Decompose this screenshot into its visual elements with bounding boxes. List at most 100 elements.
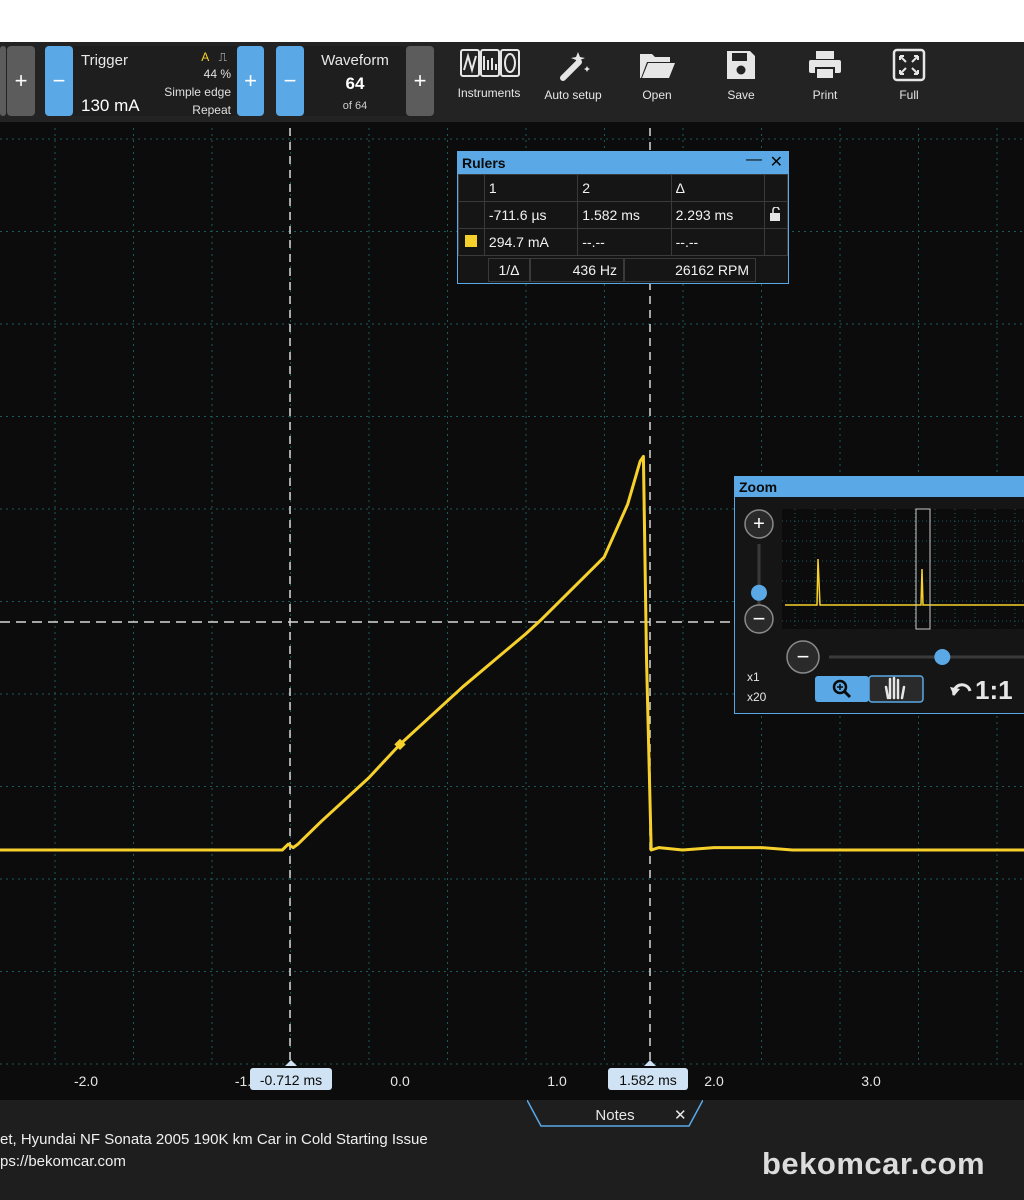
trace-point bbox=[650, 849, 652, 851]
pan-tool-button bbox=[868, 675, 924, 703]
trace-point bbox=[297, 843, 299, 846]
trace-point bbox=[760, 846, 762, 849]
rulers-title: Rulers bbox=[462, 155, 506, 171]
trace-point bbox=[791, 849, 794, 851]
trace-point bbox=[639, 460, 642, 463]
save-icon bbox=[727, 51, 755, 79]
zoom-x1-label: x1 bbox=[747, 670, 760, 684]
trigger-panel[interactable]: Trigger 130 mA A ⎍ 44 % Simple edge Repe… bbox=[73, 46, 237, 117]
save-button[interactable]: Save bbox=[701, 48, 781, 114]
rulers-col-2: 2 bbox=[577, 174, 672, 202]
trace-point bbox=[626, 503, 629, 506]
trace-point bbox=[287, 843, 290, 846]
trace-point bbox=[681, 849, 684, 851]
trigger-channel-row: A ⎍ bbox=[201, 50, 227, 65]
rulers-col-1: 1 bbox=[483, 174, 579, 202]
rulers-minimize-button[interactable]: — bbox=[746, 151, 762, 169]
open-label: Open bbox=[642, 88, 672, 102]
trace-point bbox=[462, 686, 464, 688]
ruler-value-delta: --.-- bbox=[670, 228, 765, 256]
window-top-strip bbox=[0, 0, 1024, 42]
zoom-x20-label: x20 bbox=[747, 690, 767, 704]
ruler-2-handle-icon bbox=[644, 1060, 656, 1066]
wand-icon bbox=[560, 52, 590, 81]
trigger-percent: 44 % bbox=[203, 67, 231, 81]
note-text-line-1: et, Hyundai NF Sonata 2005 190K km Car i… bbox=[0, 1131, 428, 1148]
zoom-header[interactable]: Zoom bbox=[735, 477, 1024, 497]
ruler-1-tag: -0.712 ms bbox=[260, 1072, 322, 1088]
instruments-icon bbox=[460, 49, 520, 77]
trace-point bbox=[658, 846, 660, 849]
rulers-close-button[interactable]: ✕ bbox=[770, 152, 783, 172]
waveform-panel[interactable]: Waveform 64 of 64 bbox=[304, 46, 406, 116]
notes-close-button[interactable]: ✕ bbox=[674, 1106, 687, 1124]
instruments-label: Instruments bbox=[457, 86, 521, 100]
waveform-minus-button[interactable]: − bbox=[276, 46, 304, 116]
zoom-level-knob bbox=[751, 584, 767, 601]
waveform-total: of 64 bbox=[342, 100, 368, 112]
rulers-header[interactable]: Rulers — ✕ bbox=[458, 151, 788, 174]
auto-setup-label: Auto setup bbox=[544, 88, 602, 102]
open-button[interactable]: Open bbox=[617, 48, 697, 114]
ruler-time-2: 1.582 ms bbox=[577, 201, 672, 229]
zoom-title: Zoom bbox=[739, 479, 778, 495]
trigger-title: Trigger bbox=[81, 52, 128, 69]
print-button[interactable]: Print bbox=[785, 48, 865, 114]
rulers-col-delta: Δ bbox=[670, 174, 765, 202]
fullscreen-icon bbox=[892, 48, 926, 82]
trace-point bbox=[603, 556, 605, 558]
zoom-window[interactable]: Zoom + − − x1 x20 1:1 bbox=[734, 476, 1024, 714]
auto-setup-button[interactable]: Auto setup bbox=[533, 48, 613, 114]
prev-plus-button[interactable]: + bbox=[7, 46, 35, 116]
zoom-tool-button bbox=[815, 676, 869, 702]
waveform-title: Waveform bbox=[321, 52, 389, 69]
ruler-time-delta: 2.293 ms bbox=[670, 201, 765, 229]
x-tick-label: 1.0 bbox=[547, 1073, 567, 1089]
printer-icon bbox=[809, 51, 841, 80]
h-zoom-knob bbox=[934, 649, 951, 665]
ruler-2-tag: 1.582 ms bbox=[619, 1072, 677, 1088]
watermark-logo: bekomcar.com bbox=[762, 1146, 986, 1181]
save-label: Save bbox=[727, 88, 755, 102]
channel-a-swatch bbox=[458, 228, 485, 256]
rising-edge-icon: ⎍ bbox=[211, 50, 227, 64]
x-tick-label: 0.0 bbox=[390, 1073, 410, 1089]
unlock-icon[interactable] bbox=[763, 201, 789, 229]
zoom-in-label: + bbox=[753, 513, 765, 535]
frequency-value: 436 Hz bbox=[530, 258, 624, 282]
zoom-ratio-label: 1:1 bbox=[975, 675, 1013, 705]
trigger-value: 130 mA bbox=[81, 96, 140, 115]
x-tick-label: 3.0 bbox=[861, 1073, 881, 1089]
waveform-plus-button[interactable]: + bbox=[406, 46, 434, 116]
full-button[interactable]: Full bbox=[869, 48, 949, 114]
rpm-value: 26162 RPM bbox=[624, 258, 756, 282]
trace-point bbox=[320, 820, 323, 822]
h-zoom-out-label: − bbox=[797, 644, 810, 669]
ruler-time-1: -711.6 µs bbox=[483, 201, 579, 229]
waveform-current: 64 bbox=[345, 74, 365, 93]
trace-point bbox=[713, 846, 715, 849]
ruler-value-2: --.-- bbox=[577, 228, 672, 256]
zoom-overview[interactable]: + − − x1 x20 1:1 bbox=[735, 497, 1024, 713]
trigger-plus-button[interactable]: + bbox=[237, 46, 264, 116]
print-label: Print bbox=[812, 88, 838, 102]
rulers-window[interactable]: Rulers — ✕ 1 2 Δ -711.6 µs 1.582 ms 2.29… bbox=[457, 151, 789, 284]
axis-ticks: -2.0-1.0.01.02.03.04 bbox=[74, 1073, 881, 1089]
rulers-table: 1 2 Δ -711.6 µs 1.582 ms 2.293 ms 294.7 … bbox=[458, 174, 789, 256]
inverse-delta-label: 1/Δ bbox=[488, 258, 530, 282]
full-label: Full bbox=[899, 88, 919, 102]
instruments-button[interactable]: Instruments bbox=[449, 48, 529, 114]
trigger-minus-button[interactable]: − bbox=[45, 46, 73, 116]
ruler-value-1: 294.7 mA bbox=[483, 228, 579, 256]
prev-panel-edge bbox=[0, 46, 6, 116]
folder-icon bbox=[640, 54, 675, 78]
x-tick-label: 2.0 bbox=[704, 1073, 724, 1089]
toolbar: + − Trigger 130 mA A ⎍ 44 % Simple edge … bbox=[0, 42, 1024, 122]
zoom-out-label: − bbox=[753, 606, 766, 631]
trigger-channel: A bbox=[201, 50, 209, 64]
trace-point bbox=[281, 849, 284, 851]
notes-label[interactable]: Notes bbox=[567, 1107, 663, 1124]
note-text-line-2: ps://bekomcar.com bbox=[0, 1153, 126, 1170]
rulers-footer: 1/Δ 436 Hz 26162 RPM bbox=[458, 256, 788, 284]
trigger-mode: Repeat bbox=[192, 103, 231, 117]
